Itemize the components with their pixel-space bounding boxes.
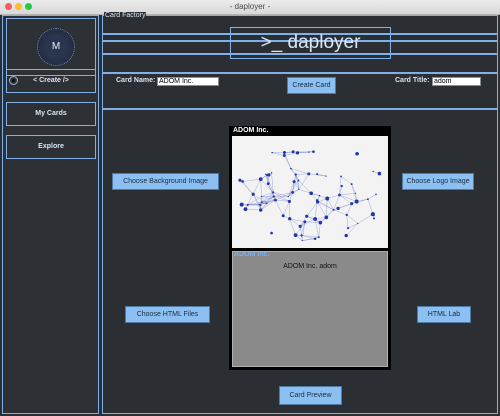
window-titlebar: - daployer - — [0, 0, 500, 15]
preview-card-name: ADOM Inc. — [233, 127, 269, 134]
avatar-panel: M — [6, 18, 96, 76]
sidebar-item-label: My Cards — [35, 110, 67, 117]
choose-logo-image-button[interactable]: Choose Logo Image — [402, 173, 474, 190]
card-name-label: Card Name: — [116, 77, 156, 84]
create-card-button[interactable]: Create Card — [287, 77, 336, 94]
html-lab-button[interactable]: HTML Lab — [417, 306, 471, 323]
sidebar-item-create[interactable]: < Create /> — [6, 69, 96, 93]
preview-body-label: ADOM Inc. — [234, 251, 270, 258]
sidebar-item-explore[interactable]: Explore — [6, 135, 96, 159]
divider — [103, 108, 497, 110]
window-title: - daployer - — [229, 2, 271, 11]
sidebar-item-label: Explore — [38, 143, 64, 150]
sidebar-item-label: < Create /> — [33, 77, 69, 84]
card-factory-panel: Card Factory >_ daployer Card Name: Crea… — [102, 12, 498, 414]
radio-dot-icon — [9, 76, 18, 85]
sidebar: M < Create /> My Cards Explore — [2, 15, 99, 414]
card-preview-button[interactable]: Card Preview — [279, 386, 342, 405]
divider — [103, 72, 497, 74]
card-title-input[interactable] — [432, 77, 481, 86]
preview-html-area: ADOM Inc. ADOM Inc. adom — [232, 251, 388, 367]
group-label: Card Factory — [104, 12, 147, 20]
avatar[interactable]: M — [37, 28, 75, 66]
app-logo: >_ daployer — [230, 27, 391, 59]
sidebar-item-my-cards[interactable]: My Cards — [6, 102, 96, 126]
choose-html-files-button[interactable]: Choose HTML Files — [125, 306, 210, 323]
preview-body-text: ADOM Inc. adom — [283, 263, 337, 270]
card-name-input[interactable] — [157, 77, 219, 86]
card-title-label: Card Title: — [395, 77, 430, 84]
network-background-image — [232, 136, 388, 248]
choose-background-image-button[interactable]: Choose Background Image — [112, 173, 219, 190]
card-preview: ADOM Inc. ADOM Inc. ADOM Inc. adom — [229, 126, 391, 370]
